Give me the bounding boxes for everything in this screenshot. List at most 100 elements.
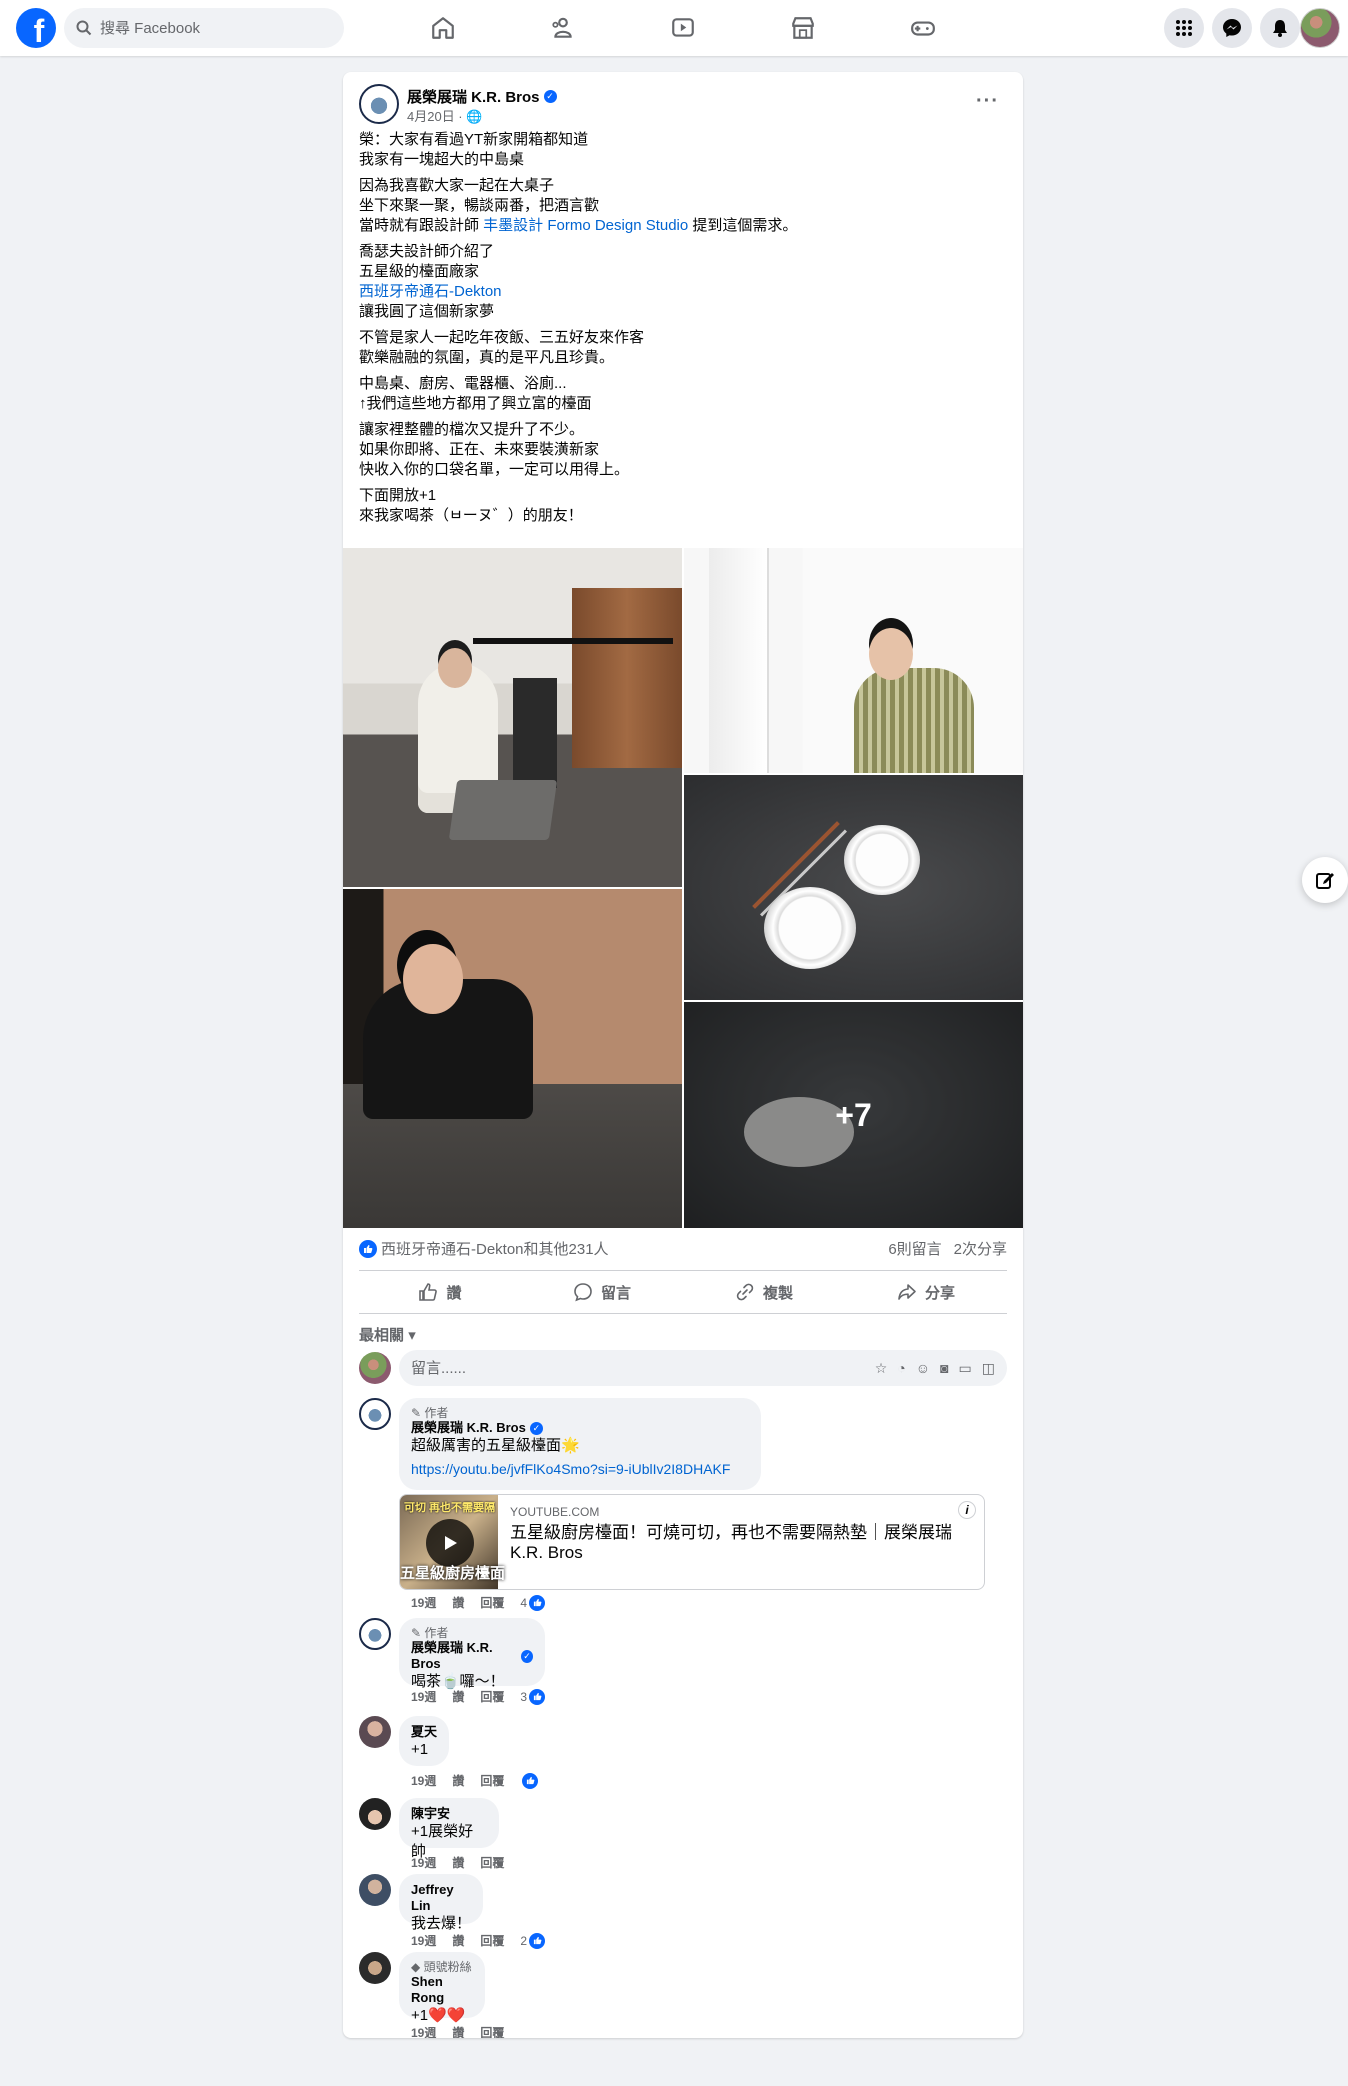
comment-reply-button[interactable]: 回覆: [480, 1854, 504, 1871]
comment-box[interactable]: ☆ ◔ ☺ ◙ ▭ ◫: [399, 1350, 1007, 1386]
commenter-avatar[interactable]: [359, 1798, 391, 1830]
top-navigation-bar: f: [0, 0, 1348, 56]
youtube-link[interactable]: https://youtu.be/jvfFlKo4Smo?si=9-iUblIv…: [411, 1461, 730, 1477]
comments-count[interactable]: 6則留言: [888, 1238, 941, 1259]
comment-reply-button[interactable]: 回覆: [480, 1932, 504, 1949]
comment-reply-button[interactable]: 回覆: [480, 1772, 504, 1789]
page-name[interactable]: 展榮展瑞 K.R. Bros ✓: [407, 86, 557, 107]
commenter-avatar[interactable]: [359, 1398, 391, 1430]
sticker-icon[interactable]: ◔: [897, 1360, 905, 1377]
commenter-name[interactable]: 展榮展瑞 K.R. Bros ✓: [411, 1640, 533, 1672]
post-paragraph: 下面開放+1 來我家喝茶（ㅂーヌ゛）的朋友！: [359, 487, 583, 524]
comment-like-button[interactable]: 讚: [452, 1594, 464, 1611]
share-icon: [898, 1284, 916, 1300]
nav-friends-tab[interactable]: [507, 4, 619, 52]
page-name-text[interactable]: 展榮展瑞 K.R. Bros: [407, 86, 540, 107]
comment-time[interactable]: 19週: [411, 1854, 436, 1871]
comment-like-button[interactable]: 讚: [452, 2024, 464, 2038]
more-photos-count[interactable]: +7: [684, 1002, 1023, 1228]
post-paragraph: 中島桌、廚房、電器櫃、浴廁... ↑我們這些地方都用了興立富的檯面: [359, 375, 592, 412]
commenter-name[interactable]: Shen Rong: [411, 1974, 473, 2006]
gif-icon[interactable]: ▭: [959, 1360, 972, 1377]
commenter-name[interactable]: 陳宇安: [411, 1806, 487, 1822]
comment-time[interactable]: 19週: [411, 1594, 436, 1611]
comment-bubble: ◆ 頭號粉絲 Shen Rong +1❤️❤️: [399, 1952, 485, 2024]
comment-meta: 19週 讚 回覆: [411, 1854, 504, 1871]
like-button[interactable]: 讚: [359, 1271, 521, 1313]
commenter-name[interactable]: 夏天: [411, 1724, 437, 1740]
comment-input[interactable]: [411, 1359, 875, 1377]
commenter-avatar[interactable]: [359, 1874, 391, 1906]
comment-time[interactable]: 19週: [411, 1932, 436, 1949]
photo-bowls-countertop[interactable]: [684, 775, 1023, 1000]
comment-button[interactable]: 留言: [521, 1271, 683, 1313]
comment-time[interactable]: 19週: [411, 1688, 436, 1705]
search-box[interactable]: [64, 8, 344, 48]
info-icon[interactable]: i: [958, 1501, 976, 1519]
photo-kitchen-laptop[interactable]: [343, 548, 682, 887]
globe-icon: 🌐: [466, 109, 483, 124]
commenter-avatar[interactable]: [359, 1618, 391, 1650]
comment-reactions[interactable]: 4: [520, 1594, 549, 1611]
photo-grid: +7: [343, 548, 1023, 1228]
messenger-button[interactable]: [1212, 8, 1252, 48]
comment-reactions[interactable]: 2: [520, 1932, 549, 1949]
camera-icon[interactable]: ◙: [940, 1360, 948, 1377]
copy-link-button[interactable]: 複製: [683, 1271, 845, 1313]
photo-more[interactable]: +7: [684, 1002, 1023, 1228]
new-message-button[interactable]: [1302, 857, 1348, 903]
shares-count[interactable]: 2次分享: [954, 1238, 1007, 1259]
page-avatar[interactable]: [359, 84, 399, 124]
comment-reactions[interactable]: [520, 1772, 542, 1789]
post-date[interactable]: 4月20日 ·: [407, 109, 466, 124]
comment-time[interactable]: 19週: [411, 1772, 436, 1789]
comment-like-button[interactable]: 讚: [452, 1854, 464, 1871]
commenter-name[interactable]: Jeffrey Lin: [411, 1882, 471, 1914]
nav-home-tab[interactable]: [387, 4, 499, 52]
commenter-avatar[interactable]: [359, 1716, 391, 1748]
comment: 夏天 +1 19週 讚 回覆: [359, 1716, 1007, 1789]
comment-time[interactable]: 19週: [411, 2024, 436, 2038]
youtube-thumbnail[interactable]: 可切 再也不需要隔 五星級廚房檯面: [400, 1495, 505, 1589]
emoji-icon[interactable]: ☺: [916, 1360, 930, 1377]
commenter-avatar[interactable]: [359, 1952, 391, 1984]
play-icon[interactable]: [426, 1519, 474, 1567]
photo-cabinet-man[interactable]: [684, 548, 1023, 773]
reactions-summary[interactable]: 西班牙帝通石-Dekton和其他231人: [359, 1238, 609, 1259]
commenter-name[interactable]: 展榮展瑞 K.R. Bros ✓: [411, 1420, 749, 1436]
notifications-button[interactable]: [1260, 8, 1300, 48]
comment-meta: 19週 讚 回覆: [411, 1772, 542, 1789]
photo-man-lighting-counter[interactable]: [343, 889, 682, 1228]
comment-reply-button[interactable]: 回覆: [480, 2024, 504, 2038]
share-button[interactable]: 分享: [845, 1271, 1007, 1313]
friends-icon: [552, 17, 572, 38]
facebook-logo-icon[interactable]: f: [16, 8, 56, 48]
comment-bubble: 夏天 +1: [399, 1716, 449, 1766]
profile-avatar[interactable]: [1300, 8, 1340, 48]
comment-like-button[interactable]: 讚: [452, 1688, 464, 1705]
more-options-icon[interactable]: ···: [976, 90, 999, 113]
comment-reply-button[interactable]: 回覆: [480, 1594, 504, 1611]
comment: ◆ 頭號粉絲 Shen Rong +1❤️❤️ 19週 讚 回覆: [359, 1952, 1007, 2038]
comment-reply-button[interactable]: 回覆: [480, 1688, 504, 1705]
youtube-preview-card[interactable]: 可切 再也不需要隔 五星級廚房檯面 YOUTUBE.COM 五星級廚房檯面！可燒…: [399, 1494, 985, 1590]
comment-composer: ☆ ◔ ☺ ◙ ▭ ◫: [359, 1350, 1007, 1386]
search-input[interactable]: [100, 19, 320, 37]
author-badge: ✎ 作者: [411, 1406, 449, 1420]
comment-like-button[interactable]: 讚: [452, 1772, 464, 1789]
like-reaction-icon: [522, 1772, 539, 1789]
comment-like-button[interactable]: 讚: [452, 1932, 464, 1949]
gaming-icon: [911, 21, 935, 36]
nav-gaming-tab[interactable]: [867, 4, 979, 52]
nav-video-tab[interactable]: [627, 4, 739, 52]
grid-menu-icon: [1176, 20, 1192, 36]
nav-marketplace-tab[interactable]: [747, 4, 859, 52]
comment-reactions[interactable]: 3: [520, 1688, 549, 1705]
comment-sort-dropdown[interactable]: 最相關 ▾: [359, 1324, 416, 1345]
dekton-link[interactable]: 西班牙帝通石-Dekton: [359, 283, 502, 300]
menu-button[interactable]: [1164, 8, 1204, 48]
avatar-sticker-icon[interactable]: ☆: [875, 1360, 888, 1377]
sticker-face-icon[interactable]: ◫: [982, 1360, 995, 1377]
my-avatar[interactable]: [359, 1352, 391, 1384]
designer-link[interactable]: 丰墨設計 Formo Design Studio: [483, 217, 688, 234]
